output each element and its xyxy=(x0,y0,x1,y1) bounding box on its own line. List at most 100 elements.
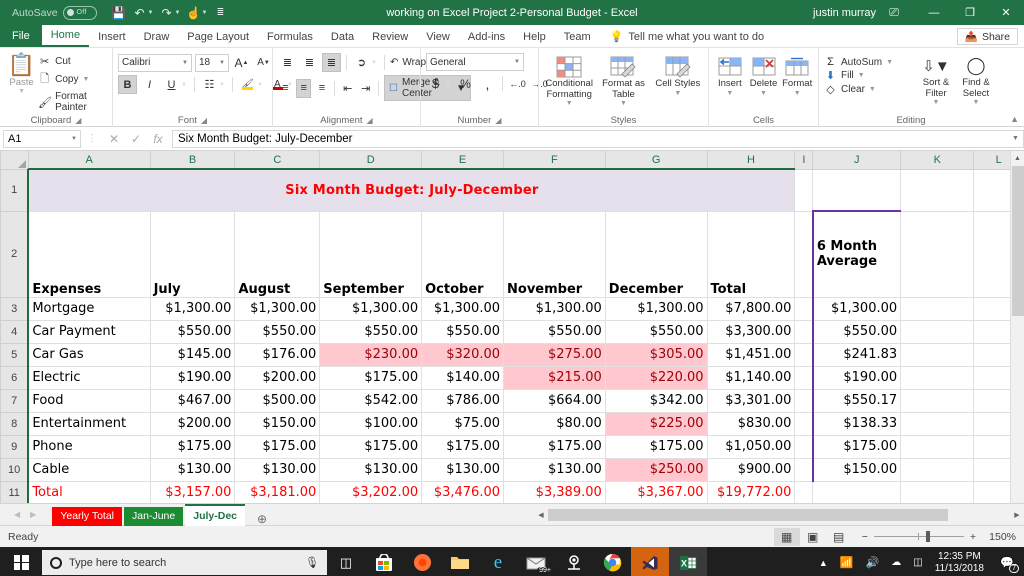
tell-me-search[interactable]: 💡 Tell me what you want to do xyxy=(600,28,772,47)
worksheet-grid[interactable]: A B C D E F G H I J K L 1 Six Month Budg… xyxy=(0,151,1024,503)
cell-A1-title[interactable]: Six Month Budget: July-December xyxy=(27,168,796,212)
column-header-E[interactable]: E xyxy=(421,151,505,170)
cell-K7[interactable] xyxy=(900,389,975,413)
visual-studio-code-icon[interactable] xyxy=(631,547,669,576)
cell-G7[interactable]: $342.00 xyxy=(605,389,708,413)
touch-dropdown-icon[interactable]: ▼ xyxy=(201,10,207,16)
row-header-3[interactable]: 3 xyxy=(0,296,29,321)
cell-J10[interactable]: $150.00 xyxy=(811,458,902,482)
cell-K11[interactable] xyxy=(900,481,975,503)
next-sheet-icon[interactable]: ▶ xyxy=(30,510,36,519)
cell-K8[interactable] xyxy=(900,412,975,436)
firefox-icon[interactable] xyxy=(403,547,441,576)
cell-F9[interactable]: $175.00 xyxy=(503,435,606,459)
cell-D4[interactable]: $550.00 xyxy=(319,320,423,344)
underline-dropdown-icon[interactable]: ▼ xyxy=(181,82,187,88)
column-header-I[interactable]: I xyxy=(794,151,814,170)
clear-dropdown-icon[interactable]: ▼ xyxy=(869,86,876,93)
underline-button[interactable]: U xyxy=(162,75,181,94)
find-select-dropdown-icon[interactable]: ▼ xyxy=(973,99,980,106)
cell-H10[interactable]: $900.00 xyxy=(707,458,796,482)
cell-C9[interactable]: $175.00 xyxy=(234,435,321,459)
cell-I6[interactable] xyxy=(794,366,814,390)
column-header-D[interactable]: D xyxy=(319,151,423,170)
cell-G6[interactable]: $220.00 xyxy=(605,366,708,390)
page-layout-view-icon[interactable]: ▣ xyxy=(800,528,826,546)
currency-format-button[interactable]: $ xyxy=(426,74,445,93)
borders-dropdown-icon[interactable]: ▼ xyxy=(219,82,225,88)
cell-A8[interactable]: Entertainment xyxy=(27,412,151,436)
cell-J6[interactable]: $190.00 xyxy=(811,366,902,390)
volume-icon[interactable]: 🔊 xyxy=(866,556,880,569)
cell-K1[interactable] xyxy=(900,169,975,212)
paste-dropdown-icon[interactable]: ▼ xyxy=(18,88,25,95)
cell-B5[interactable]: $145.00 xyxy=(150,343,236,367)
action-center-icon[interactable]: 💬 7 xyxy=(996,547,1019,576)
cell-F8[interactable]: $80.00 xyxy=(503,412,606,436)
font-name-dropdown-icon[interactable]: ▼ xyxy=(182,60,188,66)
delete-cells-button[interactable]: Delete ▼ xyxy=(748,55,780,97)
font-name-input[interactable]: Calibri ▼ xyxy=(118,53,192,72)
italic-button[interactable]: I xyxy=(140,75,159,94)
vertical-scroll-thumb[interactable] xyxy=(1012,166,1024,316)
cell-D10[interactable]: $130.00 xyxy=(319,458,423,482)
redo-dropdown-icon[interactable]: ▼ xyxy=(175,10,181,16)
cell-F11[interactable]: $3,389.00 xyxy=(503,481,606,503)
find-and-select-button[interactable]: ◯ Find & Select ▼ xyxy=(956,54,996,106)
share-button[interactable]: 📤 Share xyxy=(956,28,1018,45)
cell-J2-header-six-month-average[interactable]: 6 Month Average xyxy=(811,210,902,298)
task-view-icon[interactable]: ◫ xyxy=(327,547,365,576)
cell-C4[interactable]: $550.00 xyxy=(234,320,321,344)
align-right-button[interactable]: ≡ xyxy=(314,79,329,98)
autosum-button[interactable]: Σ AutoSum ▼ xyxy=(824,56,916,68)
row-header-10[interactable]: 10 xyxy=(0,457,29,482)
enter-icon[interactable]: ✓ xyxy=(125,132,147,146)
collapse-ribbon-icon[interactable]: ▲ xyxy=(1010,114,1019,124)
zoom-slider[interactable]: − + 150% xyxy=(862,531,1016,543)
cell-D9[interactable]: $175.00 xyxy=(319,435,423,459)
cell-I3[interactable] xyxy=(794,297,814,321)
tab-page-layout[interactable]: Page Layout xyxy=(178,29,258,47)
cell-D7[interactable]: $542.00 xyxy=(319,389,423,413)
cell-K9[interactable] xyxy=(900,435,975,459)
cell-E9[interactable]: $175.00 xyxy=(421,435,505,459)
tab-formulas[interactable]: Formulas xyxy=(258,29,322,47)
cell-B2-header-july[interactable]: July xyxy=(150,211,236,298)
tab-add-ins[interactable]: Add-ins xyxy=(459,29,514,47)
row-header-7[interactable]: 7 xyxy=(0,388,29,413)
cell-J1[interactable] xyxy=(812,169,902,212)
cell-F3[interactable]: $1,300.00 xyxy=(503,297,606,321)
cell-G8[interactable]: $225.00 xyxy=(605,412,708,436)
align-middle-button[interactable]: ≣ xyxy=(300,53,319,72)
cell-H7[interactable]: $3,301.00 xyxy=(707,389,796,413)
insert-function-icon[interactable]: fx xyxy=(147,132,169,146)
column-header-F[interactable]: F xyxy=(503,151,606,170)
cell-B10[interactable]: $130.00 xyxy=(150,458,236,482)
cell-I4[interactable] xyxy=(794,320,814,344)
cell-J3[interactable]: $1,300.00 xyxy=(811,297,902,321)
cell-I10[interactable] xyxy=(794,458,814,482)
tab-review[interactable]: Review xyxy=(363,29,417,47)
scroll-right-icon[interactable]: ▶ xyxy=(1010,511,1024,519)
comma-format-button[interactable]: , xyxy=(478,74,497,93)
ribbon-display-options-icon[interactable]: ⎚ xyxy=(886,5,902,21)
microsoft-edge-icon[interactable]: e xyxy=(479,547,517,576)
increase-indent-button[interactable]: ⇥ xyxy=(358,79,373,98)
cell-E2-header-october[interactable]: October xyxy=(421,211,505,298)
align-center-button[interactable]: ≡ xyxy=(296,78,312,98)
cell-I7[interactable] xyxy=(794,389,814,413)
cell-A11[interactable]: Total xyxy=(27,481,151,503)
sort-filter-dropdown-icon[interactable]: ▼ xyxy=(933,99,940,106)
cell-C3[interactable]: $1,300.00 xyxy=(234,297,321,321)
cell-K4[interactable] xyxy=(900,320,975,344)
cell-D11[interactable]: $3,202.00 xyxy=(319,481,423,503)
tab-insert[interactable]: Insert xyxy=(89,29,135,47)
cancel-icon[interactable]: ✕ xyxy=(103,132,125,146)
formula-input[interactable]: Six Month Budget: July-December xyxy=(172,129,1008,148)
name-box[interactable]: A1 ▼ xyxy=(3,129,81,148)
cell-A7[interactable]: Food xyxy=(27,389,151,413)
cell-I2[interactable] xyxy=(794,211,814,298)
scroll-left-icon[interactable]: ◀ xyxy=(534,511,548,519)
font-dialog-launcher-icon[interactable]: ◢ xyxy=(201,116,207,125)
touch-mode-icon[interactable]: ☝ xyxy=(183,3,203,23)
